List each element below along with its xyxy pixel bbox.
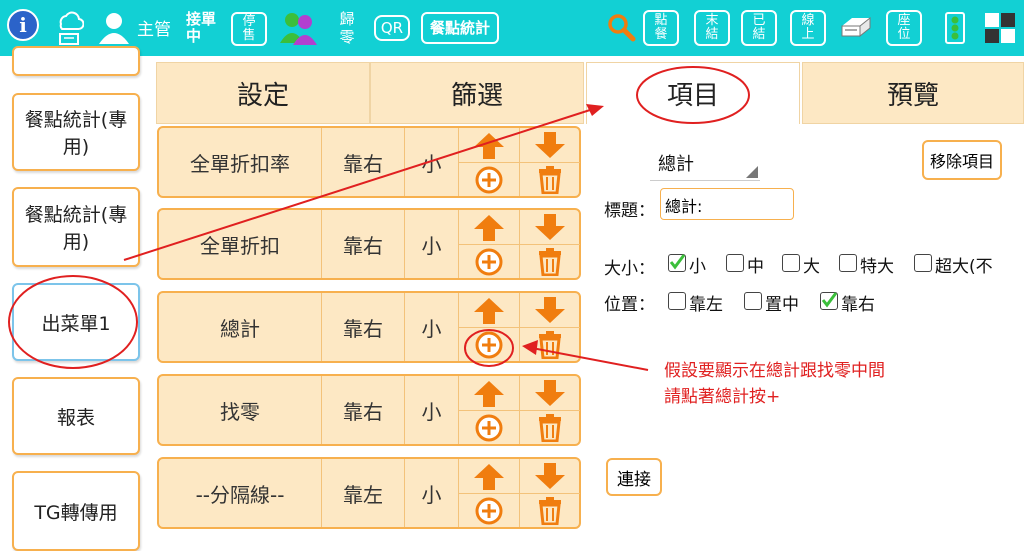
annotation-note-line2: 請點著總計按+ — [664, 387, 781, 407]
annotation-note-line1: 假設要顯示在總計跟找零中間 — [664, 361, 885, 381]
arrowhead-plus — [522, 340, 538, 355]
highlight-circle-plus — [464, 329, 514, 367]
arrow-to-plus — [531, 347, 649, 371]
highlight-circle-sidebar — [8, 275, 138, 369]
arrow-to-tab — [123, 109, 591, 261]
highlight-circle-items-tab — [636, 66, 750, 124]
annotation-layer — [8, 66, 750, 371]
